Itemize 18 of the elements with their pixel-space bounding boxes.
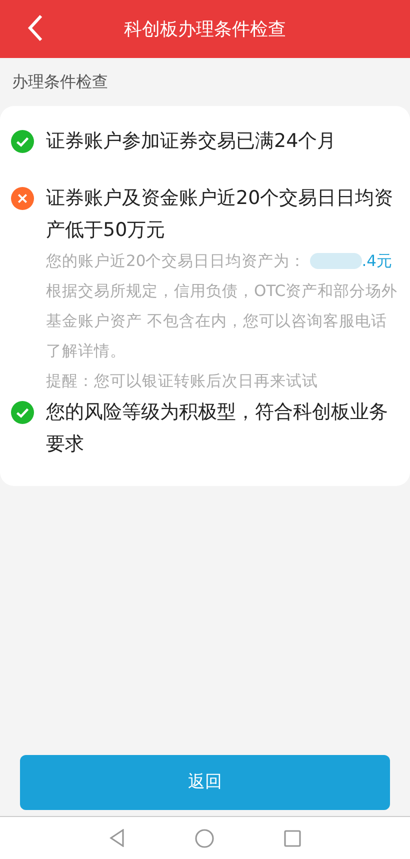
check-icon [11,130,34,153]
recent-apps-icon[interactable] [284,830,301,846]
check-icon [11,401,34,424]
section-label: 办理条件检查 [11,71,109,93]
condition-text: 证券账户及资金账户近20个交易日日均资产低于50万元 [46,186,394,243]
amount-value: .4元 [362,251,393,272]
detail-text: 您的账户近20个交易日日均资产为： [46,251,306,272]
detail-text: 提醒：您可以银证转账后次日再来试试 [46,371,319,392]
cross-icon [11,187,34,210]
condition-text: 您的风险等级为积极型，符合科创板业务要求 [46,400,389,457]
home-circle-icon[interactable] [195,828,214,848]
blurred-amount [310,253,362,269]
back-button[interactable]: 返回 [20,755,390,810]
back-triangle-icon[interactable] [109,829,125,847]
detail-text: 根据交易所规定，信用负债，OTC资产和部分场外基金账户资产 不包含在内，您可以咨询客服电话了解详情。 [46,281,398,362]
back-icon[interactable] [27,14,43,42]
condition-text: 证券账户参加证券交易已满24个月 [46,129,338,154]
page-title: 科创板办理条件检查 [124,18,286,42]
